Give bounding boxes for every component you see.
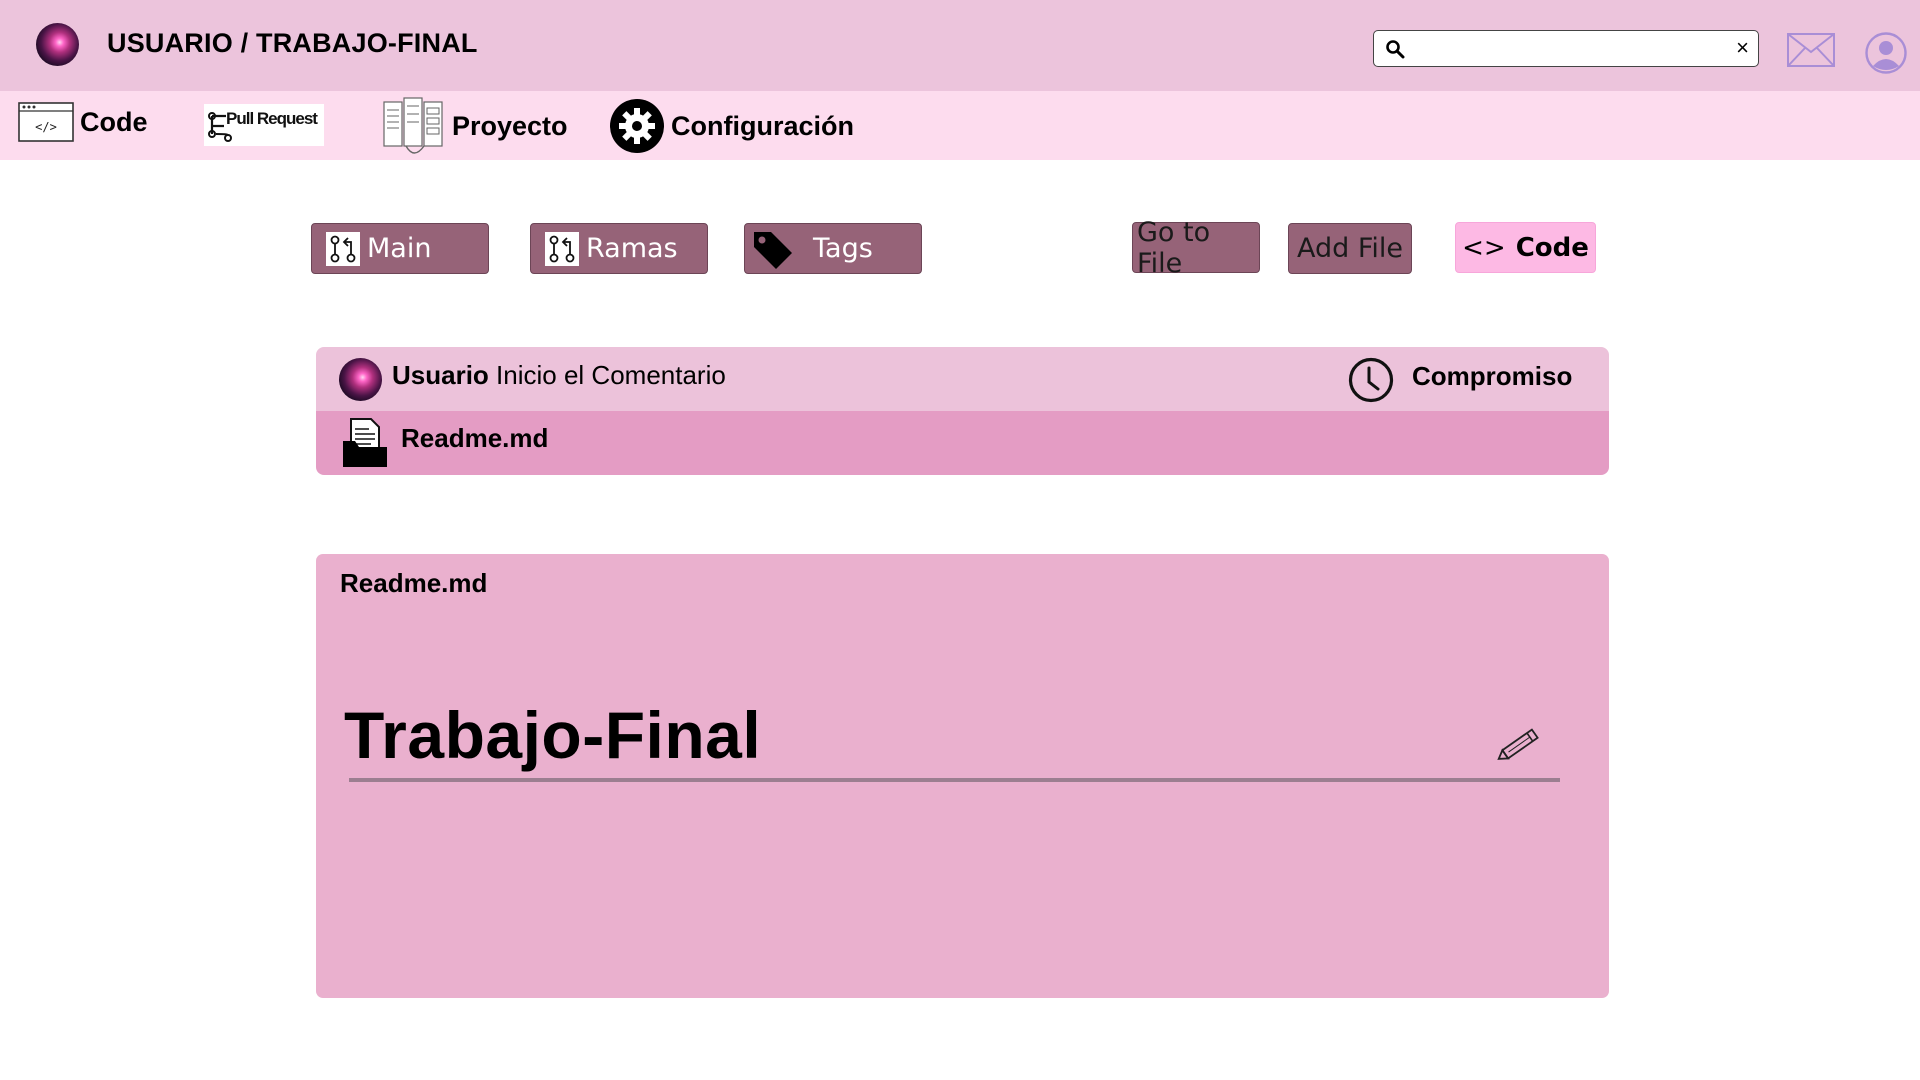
nav-configuracion-label: Configuración (671, 110, 854, 141)
branch-main-label: Main (367, 233, 432, 264)
add-file-label: Add File (1296, 233, 1404, 264)
clock-icon (1348, 357, 1394, 403)
folder-document-icon (343, 418, 387, 467)
code-symbol: <> (1462, 232, 1506, 263)
nav-pull-request[interactable]: Pull Request (204, 104, 324, 146)
svg-text:</>: </> (35, 120, 57, 134)
pull-request-label: Pull Request (226, 109, 318, 128)
nav-proyecto-label: Proyecto (452, 110, 568, 141)
latest-commit-panel: Usuario Inicio el Comentario Compromiso … (316, 347, 1609, 475)
branch-icon (326, 231, 360, 266)
commit-author[interactable]: Usuario (392, 360, 489, 390)
user-avatar[interactable] (36, 23, 79, 66)
search-input[interactable]: × (1373, 30, 1759, 67)
edit-pencil-icon[interactable] (1492, 722, 1548, 766)
add-file-button[interactable]: Add File (1288, 223, 1412, 274)
heading-divider (349, 778, 1560, 782)
go-to-file-button[interactable]: Go to File (1132, 217, 1260, 279)
branch-main-button[interactable]: Main (311, 223, 489, 274)
breadcrumb-repo[interactable]: TRABAJO-FINAL (256, 28, 478, 58)
readme-panel: Readme.md Trabajo-Final (316, 554, 1609, 998)
code-button[interactable]: <> Code (1455, 222, 1596, 273)
file-row[interactable]: Readme.md (316, 411, 1609, 475)
commit-summary: Usuario Inicio el Comentario (392, 360, 726, 391)
readme-file-link[interactable]: Readme.md (401, 423, 548, 454)
commit-header: Usuario Inicio el Comentario Compromiso (316, 347, 1609, 411)
gear-icon (610, 99, 664, 153)
nav-proyecto[interactable]: Proyecto (382, 94, 568, 158)
commits-link[interactable]: Compromiso (1412, 361, 1572, 392)
breadcrumb: USUARIO / TRABAJO-FINAL (107, 28, 478, 59)
search-icon (1386, 40, 1405, 59)
tags-button[interactable]: Tags (744, 223, 922, 274)
branch-icon (545, 231, 579, 266)
tags-label: Tags (813, 233, 873, 264)
clear-search-icon[interactable]: × (1736, 36, 1749, 60)
readme-filename: Readme.md (340, 568, 488, 598)
profile-icon[interactable] (1865, 32, 1907, 74)
breadcrumb-user[interactable]: USUARIO / (107, 28, 248, 58)
code-window-icon: </> (18, 102, 74, 142)
pull-request-logo: Pull Request (208, 109, 319, 142)
commit-message: Inicio el Comentario (496, 360, 726, 390)
nav-code[interactable]: </> Code (18, 102, 148, 142)
nav-code-label: Code (80, 106, 148, 137)
mail-icon[interactable] (1787, 33, 1835, 67)
project-board-icon (383, 97, 443, 154)
code-button-label: Code (1515, 232, 1589, 263)
commit-author-avatar[interactable] (339, 358, 382, 401)
readme-heading: Trabajo-Final (344, 698, 762, 772)
nav-configuracion[interactable]: Configuración (609, 98, 854, 154)
tag-icon (754, 231, 792, 269)
ramas-button[interactable]: Ramas (530, 223, 708, 274)
ramas-label: Ramas (586, 233, 678, 264)
go-to-file-label: Go to File (1137, 216, 1211, 279)
